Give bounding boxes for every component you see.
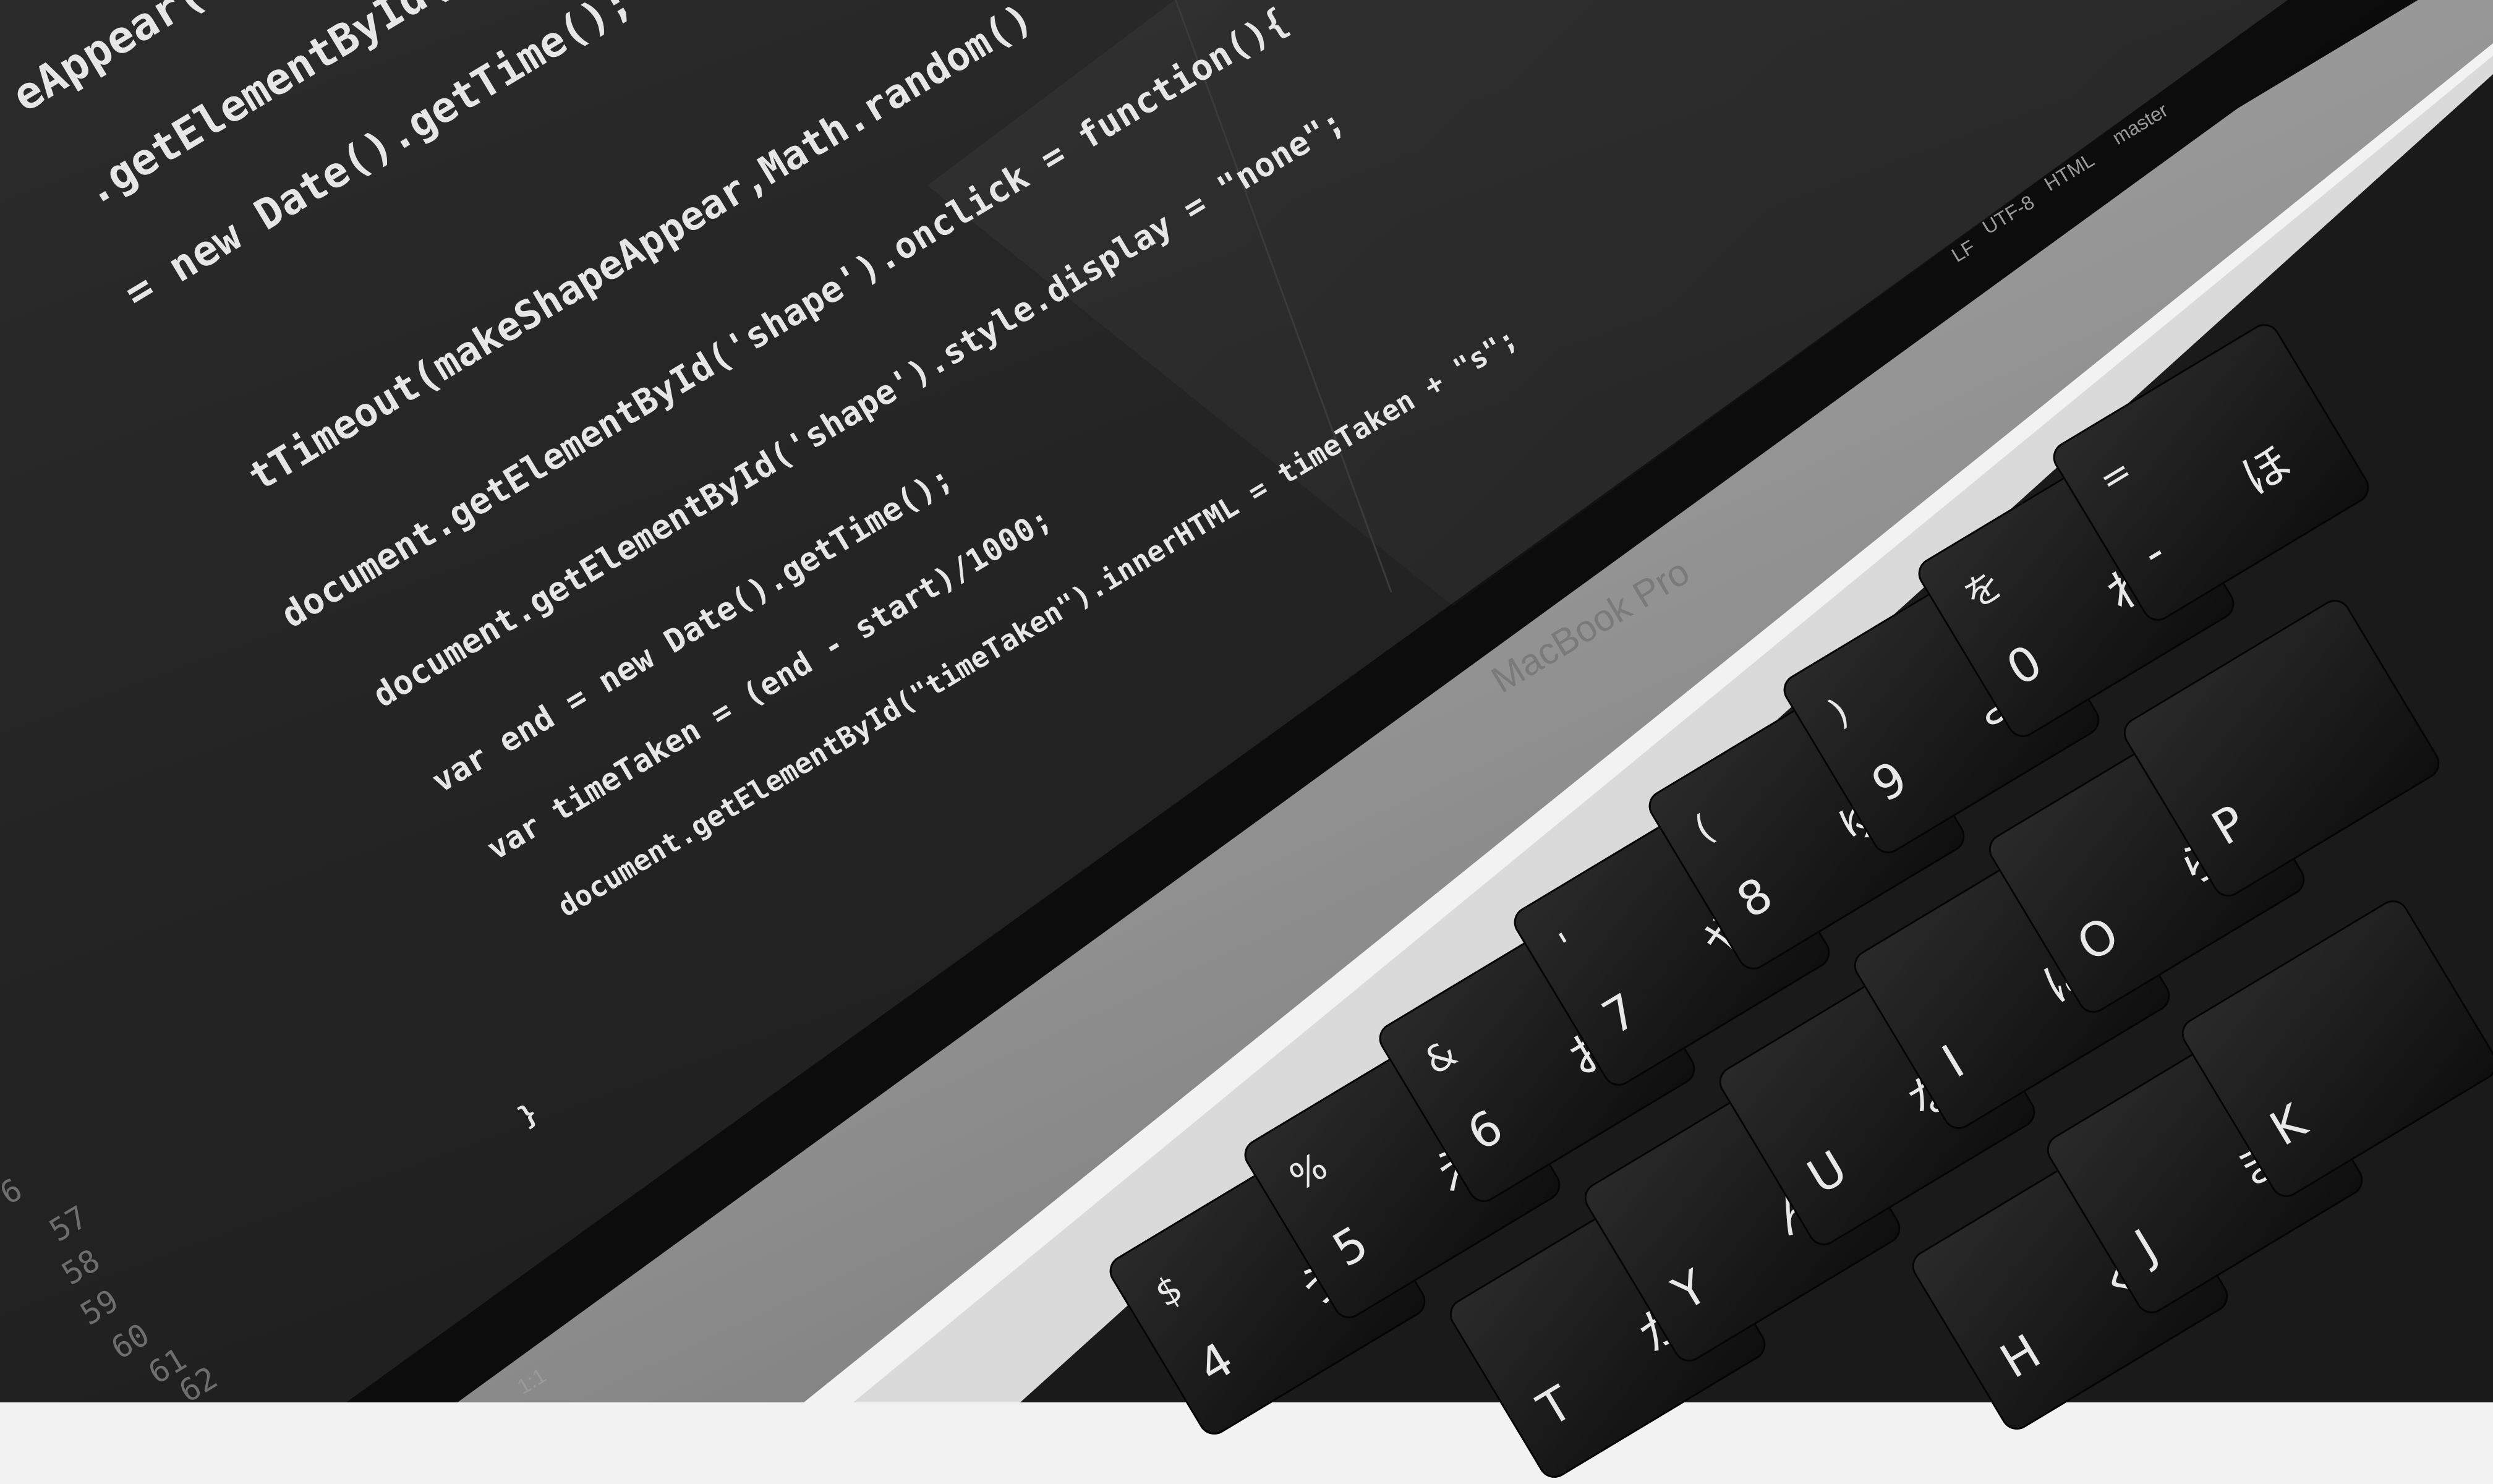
key-legend: 5 — [1323, 1214, 1378, 1278]
key-legend-shift: を — [1956, 562, 2011, 619]
key-legend: 9 — [1862, 749, 1917, 813]
key-legend: K — [2261, 1093, 2316, 1157]
key-legend: 4 — [1188, 1331, 1243, 1394]
key-legend: 0 — [1997, 633, 2052, 697]
key-legend-shift: ' — [1552, 924, 1583, 968]
key-legend-shift: = — [2091, 449, 2141, 503]
key-legend: I — [1933, 1034, 1974, 1089]
key-legend: 8 — [1728, 866, 1782, 929]
key-legend-shift: $ — [1148, 1266, 1190, 1316]
key-legend: T — [1528, 1375, 1582, 1438]
key-legend-kana: ほ — [2231, 434, 2301, 506]
key-legend-shift: ) — [1822, 690, 1857, 735]
key-legend: H — [1991, 1323, 2050, 1389]
key-legend-shift: ( — [1687, 806, 1722, 851]
key-legend-shift: & — [1417, 1031, 1465, 1084]
key-legend: - — [2132, 524, 2175, 581]
key-legend: P — [2202, 794, 2256, 856]
photo-scene: 4$う5%え6&お7'や8(ゆ9)よ0をわ-=ほTかYんUなIにOらPHくJまK… — [0, 0, 2493, 1484]
key-legend: 7 — [1593, 982, 1647, 1046]
key-legend-shift: % — [1282, 1144, 1336, 1200]
key-legend: 6 — [1458, 1098, 1512, 1162]
key-legend: U — [1798, 1140, 1856, 1205]
key-legend: Y — [1663, 1258, 1716, 1321]
key-legend: J — [2126, 1218, 2167, 1273]
key-legend: O — [2068, 906, 2128, 973]
